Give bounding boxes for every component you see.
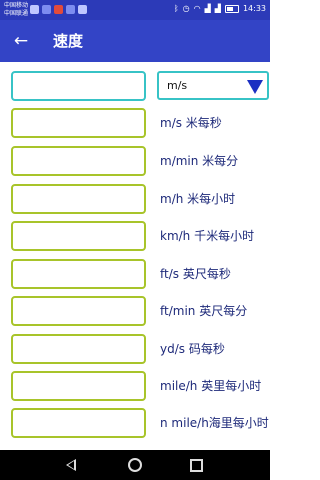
unit-label: m/s 米每秒 [160, 116, 222, 130]
unit-label: ft/min 英尺每分 [160, 304, 248, 318]
wifi-icon: ◠ [193, 4, 201, 13]
arrow-left-icon: ← [13, 31, 29, 51]
nav-recents-icon[interactable] [190, 459, 203, 472]
unit-select[interactable]: m/s [157, 71, 269, 100]
result-field[interactable] [11, 259, 146, 289]
carrier-1: 中国移动 [4, 2, 29, 9]
notification-app-icon [66, 5, 75, 14]
result-field[interactable] [11, 146, 146, 176]
signal-icon: ▟ [204, 4, 211, 13]
carrier-info: 中国移动 中国联通 [4, 2, 28, 18]
result-field[interactable] [11, 334, 146, 364]
unit-label: m/min 米每分 [160, 154, 239, 168]
result-field[interactable] [11, 184, 146, 214]
status-bar: 中国移动 中国联通 ᛒ ◷ ◠ ▟ ▟ 14:33 [0, 0, 270, 20]
result-field[interactable] [11, 296, 146, 326]
unit-label: yd/s 码每秒 [160, 342, 225, 356]
page-title: 速度 [53, 32, 84, 50]
result-field[interactable] [11, 408, 146, 438]
battery-icon [224, 4, 239, 13]
unit-label: n mile/h海里每小时 [160, 416, 269, 430]
notification-app-icon [30, 5, 39, 14]
clock: 14:33 [242, 4, 266, 13]
app-bar: ← 速度 [0, 20, 270, 62]
carrier-2: 中国联通 [4, 10, 29, 17]
result-field[interactable] [11, 221, 146, 251]
unit-label: mile/h 英里每小时 [160, 379, 262, 393]
nav-home-icon[interactable] [128, 458, 142, 472]
result-field[interactable] [11, 108, 146, 138]
speed-input[interactable] [11, 71, 146, 101]
dropdown-arrow-icon [247, 80, 263, 94]
unit-label: m/h 米每小时 [160, 192, 236, 206]
bluetooth-icon: ᛒ [173, 4, 179, 13]
alarm-icon: ◷ [182, 4, 190, 13]
notification-app-icon [42, 5, 51, 14]
nav-back-icon[interactable] [66, 459, 76, 471]
notification-icons [30, 5, 87, 14]
notification-app-icon [54, 5, 63, 14]
selected-unit: m/s [167, 79, 188, 92]
system-status: ᛒ ◷ ◠ ▟ ▟ 14:33 [174, 4, 266, 13]
unit-label: km/h 千米每小时 [160, 229, 255, 243]
system-nav-bar [0, 450, 270, 480]
back-button[interactable]: ← [10, 30, 32, 52]
result-field[interactable] [11, 371, 146, 401]
signal-icon: ▟ [214, 4, 221, 13]
notification-app-icon [78, 5, 87, 14]
unit-label: ft/s 英尺每秒 [160, 267, 231, 281]
